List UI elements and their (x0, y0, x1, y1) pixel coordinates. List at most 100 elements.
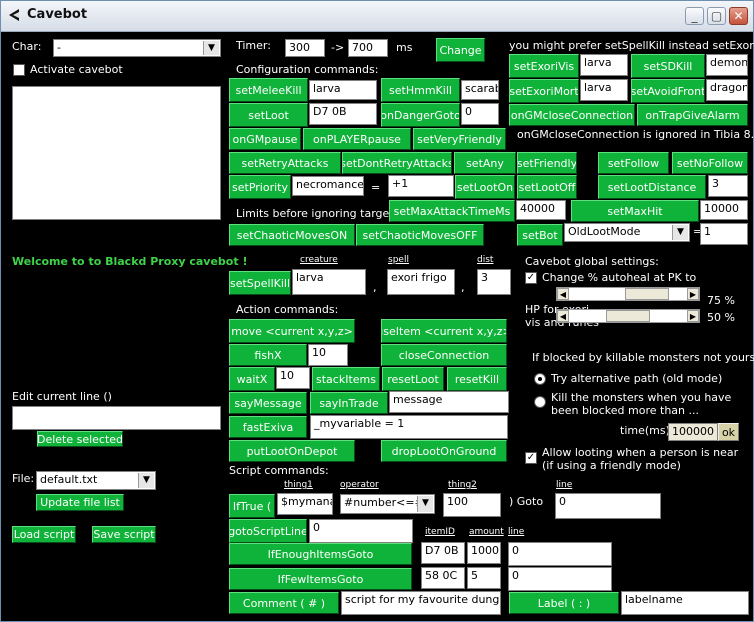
autoheal-checkbox[interactable]: ✓ (525, 272, 537, 284)
time-ok-button[interactable]: ok (718, 423, 739, 441)
setexorivis-button[interactable]: setExoriVis (509, 54, 579, 78)
timer-from-input[interactable]: 300 (285, 39, 325, 57)
update-file-list-button[interactable]: Update file list (36, 494, 124, 511)
ongmcloseconnection-button[interactable]: onGMcloseConnection (509, 104, 635, 126)
close-button[interactable]: ✕ (729, 7, 748, 25)
edit-line-input[interactable] (12, 406, 221, 430)
waitx-button[interactable]: waitX (229, 367, 275, 391)
title-bar[interactable]: Cavebot _ ▢ ✕ (1, 1, 753, 32)
radio-try-alternative[interactable] (534, 373, 546, 385)
setspellkill-button[interactable]: setSpellKill (229, 271, 291, 295)
setmeleekill-button[interactable]: setMeleeKill (229, 78, 308, 102)
setlootoff-button[interactable]: setLootOff (517, 175, 577, 199)
slider-left-icon[interactable]: ◀ (557, 288, 569, 300)
minimize-button[interactable]: _ (685, 7, 704, 25)
waitx-input[interactable]: 10 (276, 367, 310, 389)
slider-right-icon[interactable]: ▶ (687, 310, 699, 322)
resetkill-button[interactable]: resetKill (447, 367, 507, 391)
setloot-input[interactable]: D7 0B (309, 103, 377, 125)
chevron-down-icon[interactable]: ▼ (417, 496, 433, 512)
fishx-input[interactable]: 10 (308, 344, 348, 366)
enough-line-input[interactable]: 0 (508, 542, 612, 566)
sethmmkill-input[interactable]: scarab (461, 80, 499, 100)
stackitems-button[interactable]: stackItems (312, 367, 380, 391)
slider-left-icon[interactable]: ◀ (557, 310, 569, 322)
setmaxhit-input[interactable]: 10000 (700, 200, 748, 220)
saymessage-button[interactable]: sayMessage (229, 392, 307, 414)
droplootonground-button[interactable]: dropLootOnGround (381, 440, 507, 462)
fastexiva-input[interactable]: _myvariable = 1 (310, 415, 508, 439)
fastexiva-button[interactable]: fastExiva (229, 416, 307, 438)
time-input[interactable]: 100000 (668, 423, 718, 441)
load-script-button[interactable]: Load script (12, 526, 76, 543)
chevron-down-icon[interactable]: ▼ (138, 473, 154, 488)
allow-loot-checkbox[interactable]: ✓ (525, 452, 537, 464)
few-amount-input[interactable]: 5 (467, 567, 501, 589)
setbot-number-input[interactable]: 1 (700, 223, 748, 245)
setexorimort-button[interactable]: setExoriMort (509, 79, 579, 103)
setsdkill-button[interactable]: setSDKill (631, 54, 705, 78)
comment-input[interactable]: script for my favourite dungeon (341, 591, 501, 615)
fishx-button[interactable]: fishX (229, 344, 307, 366)
ondangergoto-button[interactable]: onDangerGoto (381, 103, 460, 127)
label-input[interactable]: labelname (621, 591, 749, 615)
file-select[interactable]: default.txt ▼ (36, 471, 156, 490)
setmaxhit-button[interactable]: setMaxHit (571, 200, 699, 222)
setsdkill-input[interactable]: demon (706, 54, 748, 76)
setavoidfront-input[interactable]: dragon (706, 79, 748, 101)
slider-right-icon[interactable]: ▶ (687, 288, 699, 300)
ifenoughitemsgoto-button[interactable]: IfEnoughItemsGoto (229, 543, 412, 565)
setveryfriendly-button[interactable]: setVeryFriendly (413, 128, 506, 150)
timer-change-button[interactable]: Change (436, 38, 485, 62)
priority-number-input[interactable]: +1 (388, 175, 454, 197)
message-input[interactable]: message (389, 391, 509, 413)
putlootondepot-button[interactable]: putLootOnDepot (229, 440, 355, 462)
spell-dist-input[interactable]: 3 (477, 269, 511, 295)
save-script-button[interactable]: Save script (92, 526, 156, 543)
setexorivis-input[interactable]: larva (580, 54, 628, 76)
radio-kill-monsters[interactable] (534, 396, 546, 408)
setfollow-button[interactable]: setFollow (598, 152, 669, 174)
few-itemid-input[interactable]: 58 0C (421, 567, 465, 589)
hp-slider[interactable]: ◀ ▶ (556, 309, 700, 323)
autoheal-slider[interactable]: ◀ ▶ (556, 287, 700, 301)
setchaoticmovesoff-button[interactable]: setChaoticMovesOFF (356, 224, 484, 246)
setlooton-button[interactable]: setLootOn (455, 175, 515, 199)
setnofollow-button[interactable]: setNoFollow (672, 152, 748, 174)
onplayerpause-button[interactable]: onPLAYERpause (303, 128, 411, 150)
iftrue-thing2-input[interactable]: 100 (443, 493, 501, 517)
comment-button[interactable]: Comment ( # ) (229, 592, 339, 614)
chevron-down-icon[interactable]: ▼ (203, 41, 219, 55)
iftrue-thing1-input[interactable]: $mymana$ (277, 493, 333, 515)
gotoscriptline-button[interactable]: gotoScriptLine (229, 519, 307, 543)
chevron-down-icon[interactable]: ▼ (672, 225, 688, 240)
setbot-button[interactable]: setBot (517, 224, 563, 246)
sethmmkill-button[interactable]: setHmmKill (381, 78, 460, 102)
maximize-button[interactable]: ▢ (707, 7, 726, 25)
ondangergoto-input[interactable]: 0 (461, 103, 499, 125)
iftrue-button[interactable]: IfTrue ( (229, 494, 275, 518)
setany-button[interactable]: setAny (454, 152, 516, 174)
script-listbox[interactable] (12, 86, 221, 220)
ongmpause-button[interactable]: onGMpause (229, 128, 301, 150)
setpriority-input[interactable]: necromancer (292, 176, 364, 196)
timer-to-input[interactable]: 700 (348, 39, 388, 57)
setexorimort-input[interactable]: larva (580, 79, 628, 101)
closeconnection-button[interactable]: closeConnection (381, 344, 507, 366)
iffewitemsgoto-button[interactable]: IfFewItemsGoto (229, 568, 412, 590)
setbot-select[interactable]: OldLootMode ▼ (564, 223, 690, 242)
gotoscriptline-input[interactable]: 0 (309, 519, 413, 543)
setlootdistance-button[interactable]: setLootDistance (598, 175, 706, 199)
ontrapgivealarm-button[interactable]: onTrapGiveAlarm (637, 104, 748, 126)
move-button[interactable]: move <current x,y,z> (229, 319, 355, 343)
setmaxattacktimems-button[interactable]: setMaxAttackTimeMs (389, 200, 515, 222)
slider-thumb[interactable] (606, 310, 650, 322)
spell-name-input[interactable]: exori frigo (387, 269, 455, 295)
slider-thumb[interactable] (624, 288, 669, 300)
setchaoticmoveson-button[interactable]: setChaoticMovesON (229, 224, 355, 246)
label-button[interactable]: Label ( : ) (509, 592, 619, 614)
setlootdistance-input[interactable]: 3 (708, 175, 748, 197)
setretryattacks-button[interactable]: setRetryAttacks (229, 152, 341, 174)
sayintrade-button[interactable]: sayInTrade (310, 392, 388, 414)
setfriendly-button[interactable]: setFriendly (517, 152, 577, 174)
